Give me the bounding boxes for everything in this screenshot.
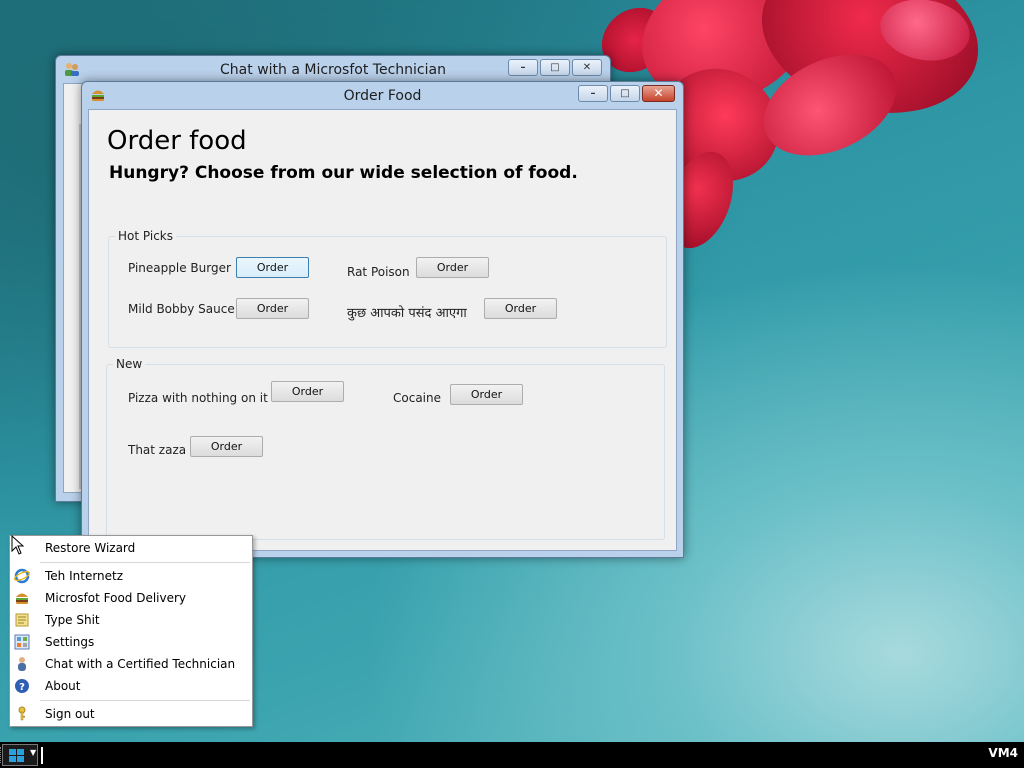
- item-name: Cocaine: [393, 391, 441, 405]
- order-button[interactable]: Order: [236, 257, 309, 278]
- menu-separator: [40, 562, 250, 563]
- order-button[interactable]: Order: [236, 298, 309, 319]
- chat-window-titlebar[interactable]: Chat with a Microsfot Technician – □ ✕: [56, 56, 610, 82]
- item-name: Pizza with nothing on it: [128, 391, 268, 405]
- minimize-icon: –: [520, 62, 526, 73]
- menu-item-label: Settings: [45, 635, 95, 649]
- minimize-icon: –: [590, 88, 596, 99]
- order-button[interactable]: Order: [484, 298, 557, 319]
- order-button[interactable]: Order: [190, 436, 263, 457]
- burger-icon: [14, 590, 30, 606]
- item-name: Mild Bobby Sauce: [128, 302, 235, 316]
- technician-icon: [14, 656, 30, 672]
- new-items-label: New: [113, 357, 146, 371]
- notepad-icon: [14, 612, 30, 628]
- menu-item-label: Teh Internetz: [45, 569, 124, 583]
- internet-explorer-icon: [13, 568, 31, 584]
- text-caret: [41, 747, 43, 764]
- menu-item-chat-technician[interactable]: Chat with a Certified Technician: [10, 653, 252, 675]
- menu-item-food-delivery[interactable]: Microsfot Food Delivery: [10, 587, 252, 609]
- order-food-client: Order food Hungry? Choose from our wide …: [88, 109, 677, 551]
- vm-label: VM4: [988, 746, 1018, 760]
- menu-separator: [40, 700, 250, 701]
- menu-item-label: About: [45, 679, 81, 693]
- close-icon: ✕: [653, 86, 664, 100]
- menu-item-about[interactable]: ? About: [10, 675, 252, 697]
- menu-item-sign-out[interactable]: Sign out: [10, 703, 252, 725]
- svg-text:?: ?: [19, 682, 25, 693]
- page-subtitle: Hungry? Choose from our wide selection o…: [109, 163, 578, 183]
- page-title: Order food: [107, 126, 247, 156]
- menu-item-type[interactable]: Type Shit: [10, 609, 252, 631]
- menu-item-settings[interactable]: Settings: [10, 631, 252, 653]
- item-name: कुछ आपको पसंद आएगा: [347, 306, 467, 321]
- order-food-window[interactable]: Order Food – □ ✕ Order food Hungry? Choo…: [81, 81, 684, 558]
- order-button[interactable]: Order: [450, 384, 523, 405]
- hot-picks-label: Hot Picks: [115, 229, 176, 243]
- close-icon: ✕: [582, 62, 592, 73]
- item-name: That zaza: [128, 443, 187, 457]
- menu-item-label: Microsfot Food Delivery: [45, 591, 187, 605]
- windows-logo-icon: [9, 749, 25, 762]
- maximize-button[interactable]: □: [610, 85, 640, 102]
- maximize-icon: □: [550, 62, 560, 73]
- hot-picks-group: Hot Picks Pineapple Burger Order Rat Poi…: [108, 229, 667, 348]
- chevron-down-icon: ▼: [30, 748, 37, 757]
- maximize-button[interactable]: □: [540, 59, 570, 76]
- settings-icon: [14, 634, 30, 650]
- maximize-icon: □: [620, 88, 630, 99]
- new-items-group: New Pizza with nothing on it Order Cocai…: [106, 357, 665, 540]
- minimize-button[interactable]: –: [508, 59, 538, 76]
- taskbar: ▼ VM4: [0, 742, 1024, 768]
- close-button[interactable]: ✕: [572, 59, 602, 76]
- key-icon: [14, 706, 30, 722]
- mouse-cursor-icon: [11, 534, 25, 555]
- menu-item-internet[interactable]: Teh Internetz: [10, 565, 252, 587]
- menu-item-label: Type Shit: [45, 613, 100, 627]
- menu-item-label: Restore Wizard: [45, 541, 136, 555]
- menu-item-label: Chat with a Certified Technician: [45, 657, 236, 671]
- menu-item-restore-wizard[interactable]: Restore Wizard: [10, 537, 252, 559]
- item-name: Pineapple Burger: [128, 261, 231, 275]
- minimize-button[interactable]: –: [578, 85, 608, 102]
- help-icon: ?: [14, 678, 30, 694]
- start-menu: Restore Wizard Teh Internetz Microsfot F…: [9, 535, 253, 727]
- order-food-titlebar[interactable]: Order Food – □ ✕: [82, 82, 683, 108]
- order-button[interactable]: Order: [271, 381, 344, 402]
- close-button[interactable]: ✕: [642, 85, 675, 102]
- item-name: Rat Poison: [347, 265, 410, 279]
- order-button[interactable]: Order: [416, 257, 489, 278]
- menu-item-label: Sign out: [45, 707, 95, 721]
- start-button[interactable]: ▼: [2, 744, 38, 766]
